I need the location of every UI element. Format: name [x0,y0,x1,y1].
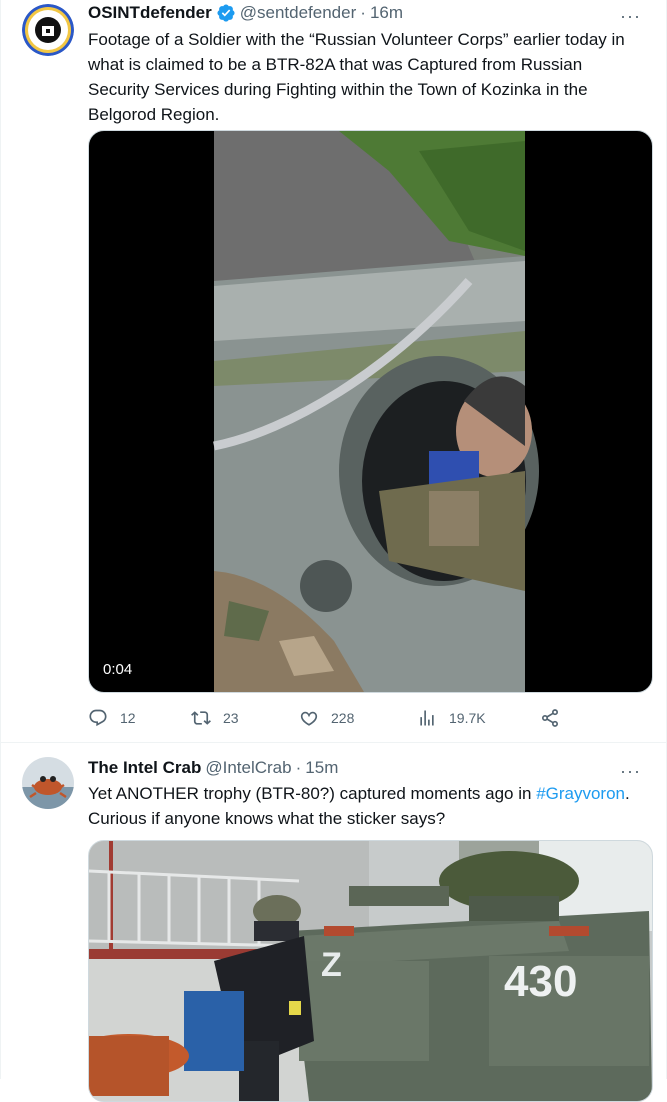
photo-frame: Z 430 [89,841,652,1101]
tweet-text: Yet ANOTHER trophy (BTR-80?) captured mo… [88,781,648,831]
retweet-button[interactable]: 23 [191,704,239,732]
verified-badge-icon [217,4,235,22]
avatar[interactable] [22,4,74,56]
more-options-icon[interactable]: ··· [620,761,641,782]
share-icon [542,709,558,727]
author-name[interactable]: The Intel Crab [88,758,201,778]
author-handle[interactable]: @sentdefender [240,3,357,23]
tweet-intelcrab[interactable]: The Intel Crab @IntelCrab · 15m ··· Yet … [0,743,667,1102]
tweet-text-start: Yet ANOTHER trophy (BTR-80?) captured mo… [88,784,537,803]
tweet-actions: 12 23 228 19.7K [88,704,568,732]
author-handle[interactable]: @IntelCrab [205,758,291,778]
heart-icon [300,711,318,726]
vehicle-z-marking: Z [321,946,342,984]
views-chart-icon [420,710,434,726]
like-button[interactable]: 228 [299,704,354,732]
tweet-osintdefender[interactable]: OSINTdefender @sentdefender · 16m ··· Fo… [0,0,667,742]
views-button[interactable]: 19.7K [417,704,486,732]
separator-dot: · [360,3,366,22]
timestamp[interactable]: 15m [305,758,338,778]
video-frame [213,131,539,692]
reply-button[interactable]: 12 [88,704,136,732]
hashtag-link[interactable]: #Grayvoron [536,784,625,803]
author-name[interactable]: OSINTdefender [88,3,212,23]
more-options-icon[interactable]: ··· [620,6,641,27]
video-player[interactable]: 0:04 [88,130,653,693]
vehicle-number: 430 [504,957,577,1006]
tweet-photo[interactable]: Z 430 [88,840,653,1102]
video-duration: 0:04 [103,661,133,678]
reply-count: 12 [120,710,136,726]
reply-icon [89,709,107,727]
tweet-header: The Intel Crab @IntelCrab · 15m [88,757,338,779]
timestamp[interactable]: 16m [370,3,403,23]
tweet-header: OSINTdefender @sentdefender · 16m [88,2,403,24]
retweet-icon [191,711,211,725]
avatar[interactable] [22,757,74,809]
views-count: 19.7K [449,710,486,726]
retweet-count: 23 [223,710,239,726]
tweet-text: Footage of a Soldier with the “Russian V… [88,30,625,124]
share-button[interactable] [540,704,560,732]
separator-dot: · [295,758,302,777]
like-count: 228 [331,710,355,726]
